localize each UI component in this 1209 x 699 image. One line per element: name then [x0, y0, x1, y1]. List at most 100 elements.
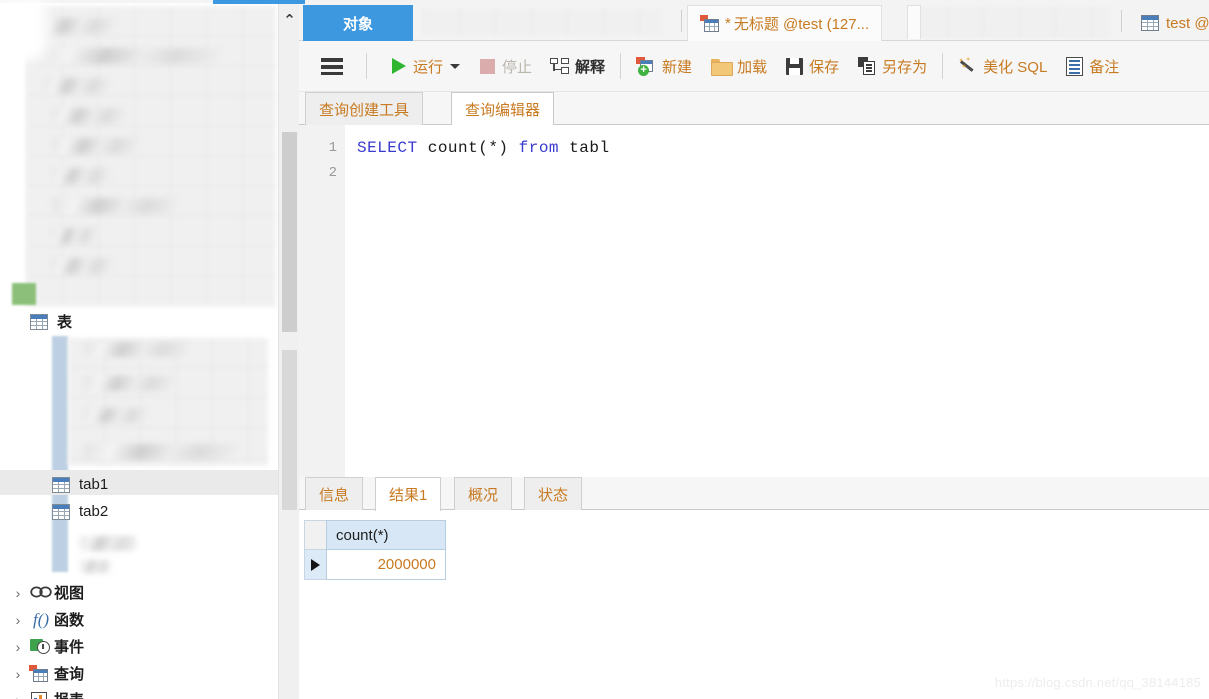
note-button[interactable]: 备注 — [1060, 47, 1125, 85]
save-as-icon — [858, 57, 876, 75]
sidebar-item-queries-label: 查询 — [54, 666, 85, 683]
table-grid-icon — [1141, 15, 1159, 31]
sidebar-item-views-label: 视图 — [54, 585, 85, 602]
new-button-label: 新建 — [662, 58, 693, 76]
blurred-db-icon — [12, 283, 36, 305]
new-button[interactable]: + 新建 — [630, 47, 698, 85]
scrollbar-thumb[interactable] — [282, 132, 297, 332]
blur-overlay — [0, 0, 46, 60]
scrollbar-track-lower[interactable] — [282, 350, 297, 510]
sidebar-item-reports[interactable]: › 报表 — [8, 686, 84, 699]
blurred-table-name — [84, 444, 242, 460]
sql-code-line-1[interactable]: SELECT count(*) from tabl — [357, 139, 610, 157]
tab-table-test[interactable]: test @ — [1129, 5, 1209, 41]
chevron-right-icon[interactable]: › — [8, 666, 28, 682]
run-button[interactable]: 运行 — [386, 47, 470, 85]
result-grid[interactable]: count(*) 2000000 — [304, 520, 446, 580]
sidebar-item-functions-label: 函数 — [54, 612, 85, 629]
sidebar-item-queries[interactable]: › 查询 — [8, 660, 84, 687]
tabstrip-accent-sliver — [213, 0, 305, 4]
load-button[interactable]: 加载 — [705, 47, 773, 85]
blurred-item — [44, 78, 110, 94]
tab-profile[interactable]: 概况 — [454, 477, 513, 510]
row-marker[interactable] — [304, 550, 326, 580]
sql-keyword-select: SELECT — [357, 139, 418, 157]
blurred-table-name — [84, 376, 176, 391]
grid-corner-cell — [304, 520, 326, 550]
blurred-item — [36, 18, 116, 34]
result-grid-header-row: count(*) — [304, 520, 446, 550]
chevron-right-icon[interactable]: › — [8, 692, 28, 699]
sidebar-item-tab1[interactable]: tab1 — [52, 471, 108, 498]
sidebar-node-tables[interactable]: 表 — [30, 308, 72, 335]
blurred-item — [52, 168, 110, 184]
tab-query-editor-label: 查询编辑器 — [465, 102, 541, 119]
blurred-item — [52, 108, 126, 124]
hamburger-menu-icon — [321, 57, 343, 75]
sql-editor[interactable]: 1 2 SELECT count(*) from tabl — [299, 125, 1209, 477]
tab-result-1[interactable]: 结果1 — [375, 477, 442, 511]
column-header-count[interactable]: count(*) — [326, 520, 446, 550]
table-icon — [52, 476, 70, 493]
menu-button[interactable] — [299, 47, 357, 85]
explain-button[interactable]: 解释 — [544, 47, 611, 85]
toolbar-divider — [620, 53, 622, 79]
tab-query-editor[interactable]: 查询编辑器 — [451, 92, 555, 126]
tab-profile-label: 概况 — [468, 486, 499, 504]
chevron-down-icon[interactable] — [450, 63, 461, 69]
scroll-up-arrow-icon[interactable]: ⌃ — [279, 0, 300, 40]
report-icon — [28, 691, 54, 699]
editor-tabs: 查询创建工具 查询编辑器 — [299, 92, 1209, 126]
document-tabstrip: 对象 * 无标题 @test (127... test @ — [213, 0, 1209, 41]
sidebar-node-tables-label: 表 — [57, 314, 73, 331]
sidebar-item-tab2-label: tab2 — [79, 503, 109, 520]
results-tabs: 信息 结果1 概况 状态 — [299, 477, 1209, 511]
sidebar-item-tab2[interactable]: tab2 — [52, 498, 108, 525]
tab-query-untitled-label: 无标题 @test (127... — [733, 16, 870, 33]
blurred-tab[interactable] — [911, 6, 1111, 36]
tab-info[interactable]: 信息 — [305, 477, 364, 510]
table-row[interactable]: 2000000 — [304, 550, 446, 580]
save-as-button[interactable]: 另存为 — [852, 47, 933, 85]
chevron-right-icon[interactable]: › — [8, 612, 28, 628]
chevron-right-icon[interactable]: › — [8, 639, 28, 655]
sidebar-item-views[interactable]: › 视图 — [8, 579, 84, 606]
chevron-right-icon[interactable]: › — [8, 585, 28, 601]
magic-wand-icon — [958, 57, 978, 75]
note-icon — [1066, 56, 1084, 76]
sidebar-row-highlight — [0, 470, 278, 495]
tab-query-untitled[interactable]: * 无标题 @test (127... — [687, 5, 883, 41]
cell-count-value[interactable]: 2000000 — [326, 550, 446, 580]
editor-gutter: 1 2 — [299, 125, 345, 477]
beautify-sql-button-label: 美化 SQL — [983, 58, 1048, 76]
tab-objects[interactable]: 对象 — [303, 5, 413, 41]
sidebar-item-events[interactable]: › 事件 — [8, 633, 84, 660]
sql-text-count: count(*) — [417, 139, 519, 157]
results-pane: 信息 结果1 概况 状态 count(*) 2000000 — [299, 477, 1209, 699]
run-button-label: 运行 — [413, 58, 444, 76]
function-icon: f() — [32, 609, 50, 629]
sidebar-item-functions[interactable]: › f() 函数 — [8, 606, 84, 633]
sidebar-item-events-label: 事件 — [54, 639, 85, 656]
tree-selection-rail — [52, 336, 68, 572]
sidebar-vertical-scrollbar[interactable]: ⌃ — [278, 0, 299, 699]
tab-modified-indicator: * — [725, 15, 731, 32]
blurred-item — [36, 48, 228, 64]
tab-status[interactable]: 状态 — [524, 477, 583, 510]
stop-button[interactable]: 停止 — [474, 47, 538, 85]
beautify-sql-button[interactable]: 美化 SQL — [952, 47, 1053, 85]
save-button[interactable]: 保存 — [780, 47, 845, 85]
line-number: 2 — [328, 165, 337, 181]
sql-text-table: tabl — [559, 139, 610, 157]
blurred-item — [52, 198, 182, 214]
blurred-tab-edge — [907, 5, 921, 39]
blurred-tab[interactable] — [423, 8, 663, 36]
sidebar-item-tab1-label: tab1 — [79, 476, 109, 493]
save-button-label: 保存 — [809, 58, 840, 76]
row-marker-triangle-icon — [311, 558, 320, 571]
tab-query-builder[interactable]: 查询创建工具 — [305, 92, 424, 125]
blurred-table-name — [80, 560, 110, 573]
query-icon — [28, 665, 54, 682]
tab-divider — [1121, 10, 1122, 32]
view-icon — [28, 585, 54, 601]
